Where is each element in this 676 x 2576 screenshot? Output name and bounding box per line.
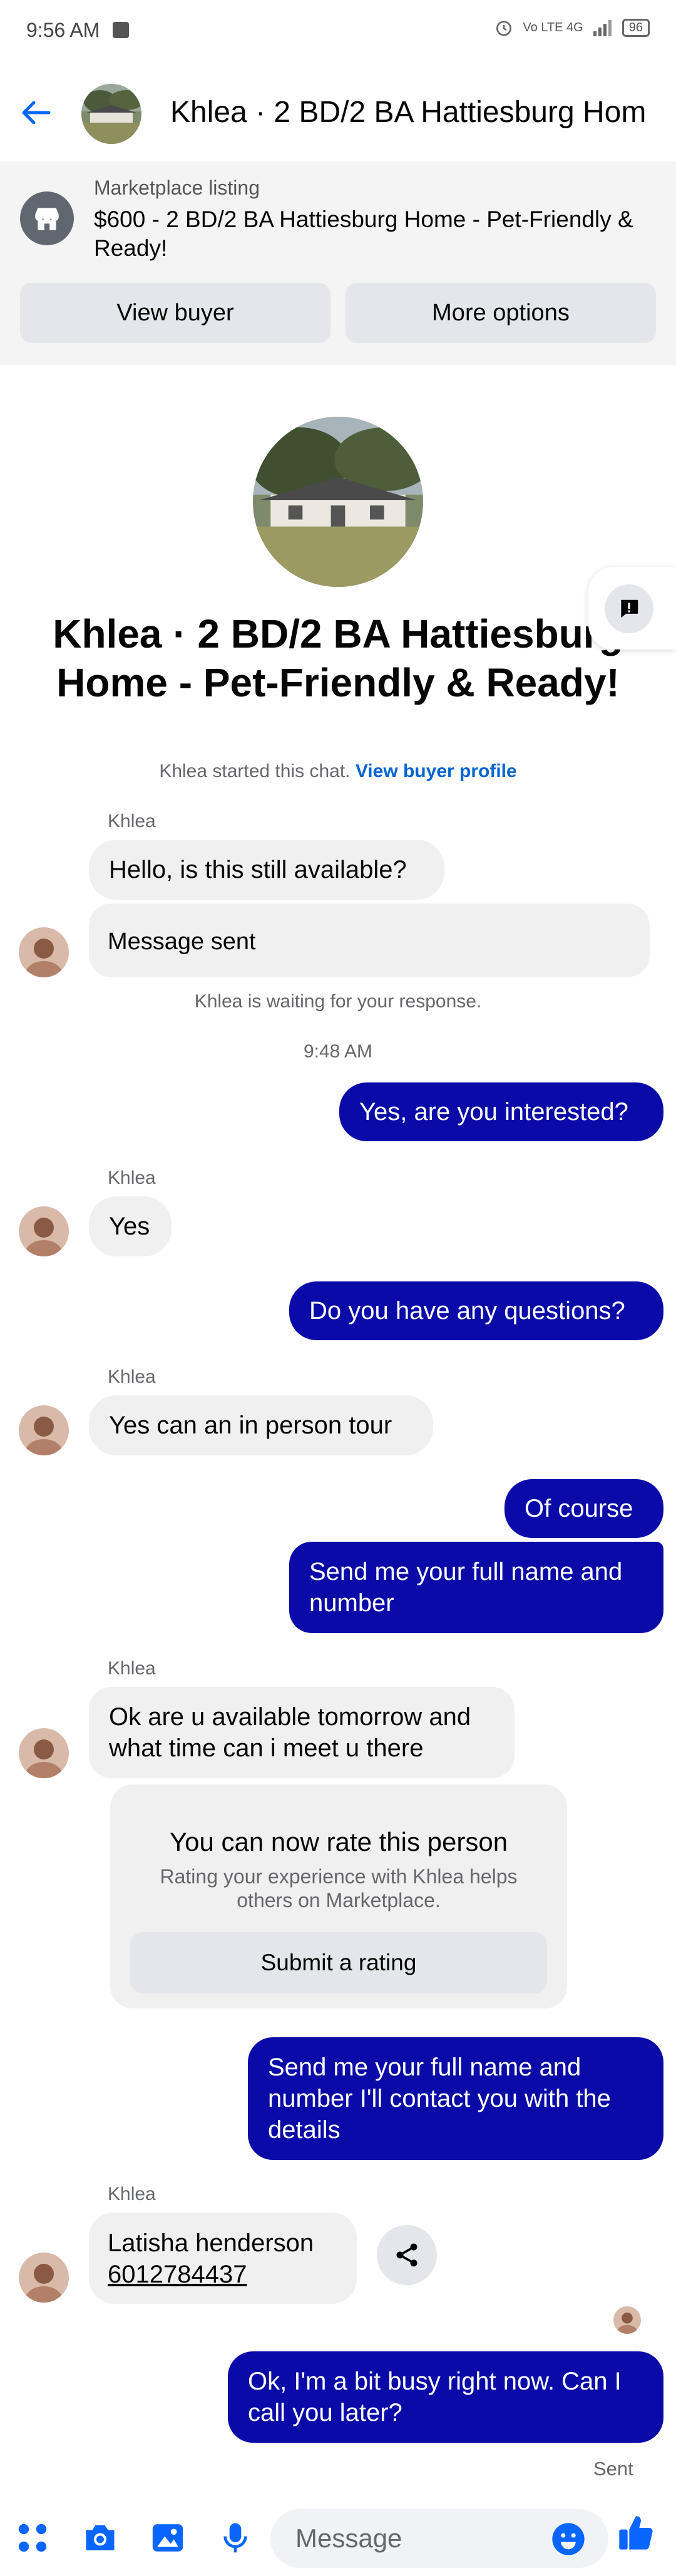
report-icon[interactable]	[605, 584, 653, 633]
gallery-icon[interactable]	[148, 2518, 188, 2558]
outgoing-message[interactable]: Do you have any questions?	[289, 1281, 663, 1340]
message-sent-label: Message sent	[108, 929, 256, 955]
waiting-notice: Khlea is waiting for your response.	[194, 991, 482, 1012]
view-buyer-button[interactable]: View buyer	[20, 283, 330, 343]
listing-title[interactable]: $600 - 2 BD/2 BA Hattiesburg Home - Pet-…	[94, 205, 657, 263]
buyer-avatar[interactable]	[19, 1206, 69, 1256]
outgoing-message[interactable]: Ok, I'm a bit busy right now. Can I call…	[228, 2351, 663, 2443]
incoming-message[interactable]: Yes	[89, 1196, 172, 1256]
like-thumb-icon[interactable]	[616, 2513, 656, 2553]
signal-icon	[593, 20, 612, 36]
incoming-message[interactable]: Ok are u available tomorrow and what tim…	[89, 1687, 515, 1778]
battery-icon: 96	[622, 18, 650, 37]
buyer-avatar[interactable]	[19, 1728, 69, 1778]
sender-name: Khlea	[108, 1367, 156, 1387]
outgoing-message[interactable]: Of course	[504, 1479, 663, 1538]
rating-title: You can now rate this person	[169, 1827, 508, 1856]
share-button[interactable]	[377, 2225, 437, 2285]
buyer-avatar[interactable]	[19, 2253, 69, 2303]
store-icon	[20, 191, 74, 245]
rating-description: Rating your experience with Khlea helps …	[160, 1865, 518, 1912]
incoming-message[interactable]: Yes can an in person tour	[89, 1395, 433, 1455]
outgoing-message[interactable]: Send me your full name and number	[289, 1542, 663, 1633]
menu-grid-icon[interactable]	[13, 2518, 53, 2558]
buyer-avatar[interactable]	[19, 1405, 69, 1455]
listing-label: Marketplace listing	[94, 176, 260, 199]
status-icons: Vo LTE 4G 96	[494, 18, 650, 38]
status-time: 9:56 AM	[26, 19, 100, 41]
sender-name: Khlea	[108, 2184, 156, 2204]
sender-name: Khlea	[108, 1658, 156, 1679]
header-avatar[interactable]	[81, 84, 141, 144]
buyer-avatar[interactable]	[19, 927, 69, 977]
microphone-icon[interactable]	[215, 2518, 255, 2558]
listing-heading: Khlea · 2 BD/2 BA Hattiesburg Home - Pet…	[53, 611, 623, 705]
back-arrow-icon[interactable]	[18, 94, 55, 131]
listing-photo	[253, 417, 423, 587]
view-buyer-profile-link[interactable]: View buyer profile	[356, 761, 517, 781]
camera-icon[interactable]	[80, 2518, 120, 2558]
chat-started-notice: Khlea started this chat. View buyer prof…	[0, 761, 676, 782]
notification-icon	[113, 22, 129, 38]
more-options-button[interactable]: More options	[346, 283, 656, 343]
outgoing-message[interactable]: Send me your full name and number I'll c…	[248, 2037, 663, 2160]
chat-started-text: Khlea started this chat.	[159, 761, 351, 781]
incoming-message[interactable]: Hello, is this still available?	[89, 840, 444, 900]
sender-name: Khlea	[108, 811, 156, 832]
emoji-icon[interactable]	[551, 2522, 586, 2557]
conversation-title[interactable]: Khlea · 2 BD/2 BA Hattiesburg Home	[170, 95, 646, 130]
timestamp: 9:48 AM	[303, 1041, 373, 1062]
contact-name: Latisha henderson	[108, 2229, 314, 2257]
network-label: Vo LTE 4G	[523, 20, 583, 34]
sender-name: Khlea	[108, 1168, 156, 1188]
share-icon	[396, 2243, 417, 2267]
read-receipt-avatar	[613, 2306, 641, 2334]
contact-phone-link[interactable]: 6012784437	[108, 2259, 247, 2290]
submit-rating-button[interactable]: Submit a rating	[130, 1932, 547, 1993]
outgoing-message[interactable]: Yes, are you interested?	[339, 1082, 663, 1141]
sent-status: Sent	[593, 2458, 633, 2480]
alarm-icon	[496, 21, 512, 36]
